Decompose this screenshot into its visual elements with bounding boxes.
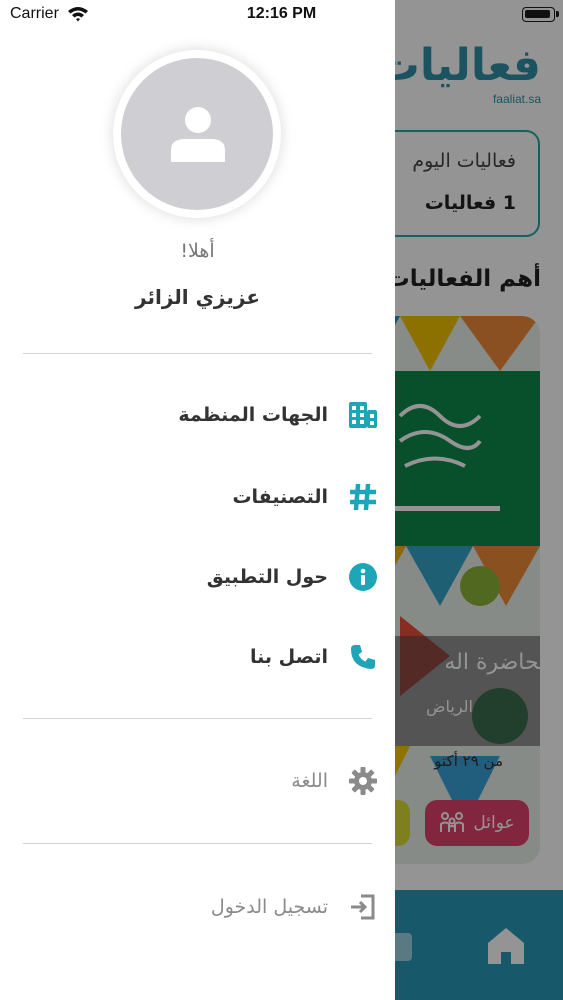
menu-item-label: تسجيل الدخول	[210, 896, 328, 918]
phone-icon	[348, 642, 378, 672]
username-text: عزيزي الزائر	[135, 285, 260, 309]
divider	[23, 353, 372, 354]
menu-item-contact[interactable]: اتصل بنا	[23, 632, 378, 682]
menu-item-categories[interactable]: التصنيفات	[23, 472, 378, 522]
menu-item-label: اتصل بنا	[250, 646, 328, 668]
greeting-text: !أهلا	[180, 240, 215, 262]
battery-cap	[556, 11, 559, 17]
menu-item-label: اللغة	[291, 770, 328, 792]
status-bar: Carrier 12:16 PM	[0, 0, 563, 30]
info-icon	[348, 562, 378, 592]
menu-item-label: الجهات المنظمة	[178, 404, 328, 426]
divider	[23, 718, 372, 719]
menu-item-label: حول التطبيق	[206, 566, 328, 588]
avatar-placeholder	[121, 58, 273, 210]
divider	[23, 843, 372, 844]
menu-item-label: التصنيفات	[232, 486, 328, 508]
menu-item-language[interactable]: اللغة	[23, 756, 378, 806]
user-icon	[171, 107, 225, 162]
menu-item-about[interactable]: حول التطبيق	[23, 552, 378, 602]
battery-icon	[522, 7, 555, 22]
login-icon	[348, 892, 378, 922]
side-drawer: !أهلا عزيزي الزائر الجهات المنظمة التصني…	[0, 0, 395, 1000]
menu-item-login[interactable]: تسجيل الدخول	[23, 882, 378, 932]
building-icon	[348, 400, 378, 430]
gear-icon	[348, 766, 378, 796]
status-time: 12:16 PM	[246, 5, 317, 22]
hashtag-icon	[348, 482, 378, 512]
avatar[interactable]	[113, 50, 281, 218]
menu-item-organizers[interactable]: الجهات المنظمة	[23, 390, 378, 440]
